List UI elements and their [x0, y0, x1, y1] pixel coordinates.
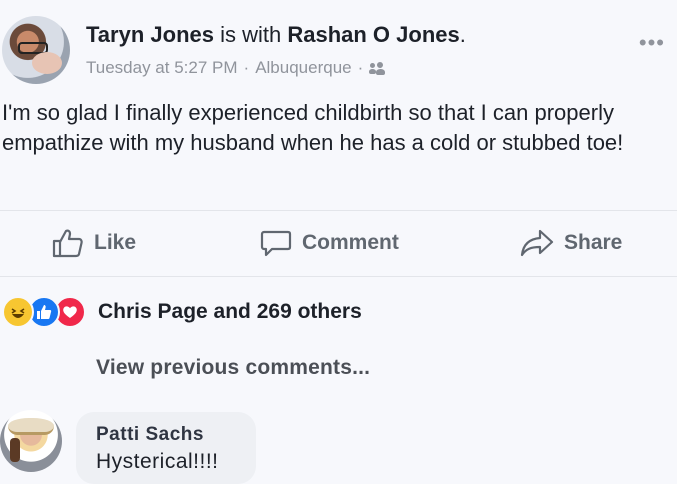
post-body-text: I'm so glad I finally experienced childb…: [2, 100, 624, 155]
friends-icon[interactable]: [369, 61, 386, 75]
share-arrow-icon: [520, 229, 554, 257]
thumbs-up-icon: [52, 229, 83, 258]
post-meta: Tuesday at 5:27 PM · Albuquerque ·: [86, 58, 386, 78]
actions-bottom-divider: [0, 276, 677, 277]
post-location-link[interactable]: Albuquerque: [255, 58, 351, 78]
post-card: Taryn Jones is with Rashan O Jones. Tues…: [0, 0, 677, 484]
author-avatar[interactable]: [2, 16, 70, 84]
post-timestamp-link[interactable]: Tuesday at 5:27 PM: [86, 58, 238, 78]
comment-label: Comment: [302, 231, 399, 254]
comment-button[interactable]: Comment: [260, 226, 399, 260]
like-button[interactable]: Like: [52, 226, 136, 260]
comment-text: Hysterical!!!!: [96, 450, 219, 473]
share-button[interactable]: Share: [520, 226, 622, 260]
reactions-summary[interactable]: Chris Page and 269 others: [98, 300, 362, 324]
avatar-hat: [8, 418, 54, 435]
avatar-baby: [32, 52, 62, 74]
comment-bubble-icon: [260, 230, 292, 257]
author-name-link[interactable]: Taryn Jones: [86, 22, 214, 47]
reactions-row[interactable]: Chris Page and 269 others: [2, 296, 362, 328]
avatar-hair: [10, 438, 20, 462]
post-header-title: Taryn Jones is with Rashan O Jones.: [86, 22, 466, 48]
commenter-name-link[interactable]: Patti Sachs: [96, 424, 204, 446]
view-previous-comments-link[interactable]: View previous comments...: [96, 356, 370, 380]
like-label: Like: [94, 231, 137, 254]
header-period: .: [459, 22, 466, 47]
tagged-person-link[interactable]: Rashan O Jones: [287, 22, 459, 47]
more-options-icon[interactable]: •••: [639, 30, 665, 56]
share-label: Share: [564, 231, 623, 254]
meta-separator: ·: [243, 58, 250, 77]
commenter-avatar[interactable]: [0, 410, 62, 472]
actions-top-divider: [0, 210, 677, 211]
haha-reaction-icon: [2, 296, 34, 328]
meta-separator: ·: [357, 58, 364, 77]
with-text: is with: [213, 22, 288, 47]
